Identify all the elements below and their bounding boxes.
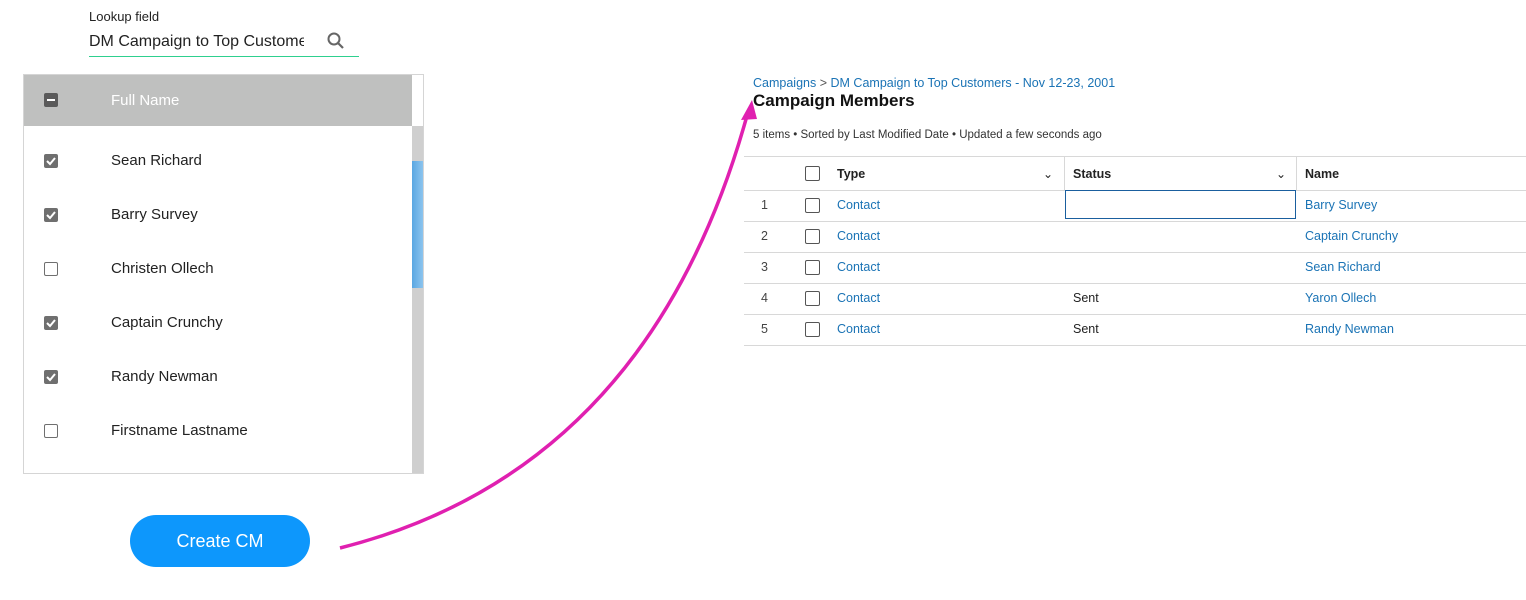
row-checkbox[interactable] [805, 322, 820, 337]
row-checkbox[interactable] [805, 198, 820, 213]
type-link[interactable]: Contact [837, 229, 880, 243]
chevron-down-icon[interactable]: ⌄ [1043, 167, 1053, 181]
breadcrumb-campaigns[interactable]: Campaigns [753, 76, 816, 90]
name-link[interactable]: Captain Crunchy [1305, 229, 1398, 243]
row-number: 1 [761, 198, 768, 212]
type-link[interactable]: Contact [837, 260, 880, 274]
breadcrumb-campaign[interactable]: DM Campaign to Top Customers - Nov 12-23… [831, 76, 1116, 90]
column-type[interactable]: Type [837, 167, 865, 181]
row-checkbox[interactable] [805, 291, 820, 306]
row-number: 2 [761, 229, 768, 243]
name-link[interactable]: Barry Survey [1305, 198, 1377, 212]
table-row: 1 Contact Barry Survey [744, 190, 1526, 222]
select-all-rows-checkbox[interactable] [805, 166, 820, 181]
type-link[interactable]: Contact [837, 291, 880, 305]
type-link[interactable]: Contact [837, 322, 880, 336]
column-status[interactable]: Status [1073, 167, 1111, 181]
row-checkbox[interactable] [805, 229, 820, 244]
status-cell[interactable]: Sent [1073, 322, 1099, 336]
breadcrumb: Campaigns > DM Campaign to Top Customers… [753, 76, 1115, 90]
table-header: Type ⌄ Status ⌄ Name [744, 156, 1526, 191]
breadcrumb-separator: > [819, 76, 828, 90]
page-title: Campaign Members [753, 91, 915, 110]
name-link[interactable]: Randy Newman [1305, 322, 1394, 336]
table-row: 2 Contact Captain Crunchy [744, 221, 1526, 253]
table-row: 3 Contact Sean Richard [744, 252, 1526, 284]
type-link[interactable]: Contact [837, 198, 880, 212]
table-row: 5 Contact Sent Randy Newman [744, 314, 1526, 346]
status-cell[interactable]: Sent [1073, 291, 1099, 305]
status-cell-focused[interactable] [1065, 190, 1296, 219]
list-summary: 5 items • Sorted by Last Modified Date •… [753, 129, 1102, 141]
row-number: 5 [761, 322, 768, 336]
arrow-line [339, 111, 750, 550]
row-number: 4 [761, 291, 768, 305]
column-name[interactable]: Name [1305, 167, 1339, 181]
row-number: 3 [761, 260, 768, 274]
row-checkbox[interactable] [805, 260, 820, 275]
table-row: 4 Contact Sent Yaron Ollech [744, 283, 1526, 315]
name-link[interactable]: Yaron Ollech [1305, 291, 1376, 305]
name-link[interactable]: Sean Richard [1305, 260, 1381, 274]
chevron-down-icon[interactable]: ⌄ [1276, 167, 1286, 181]
